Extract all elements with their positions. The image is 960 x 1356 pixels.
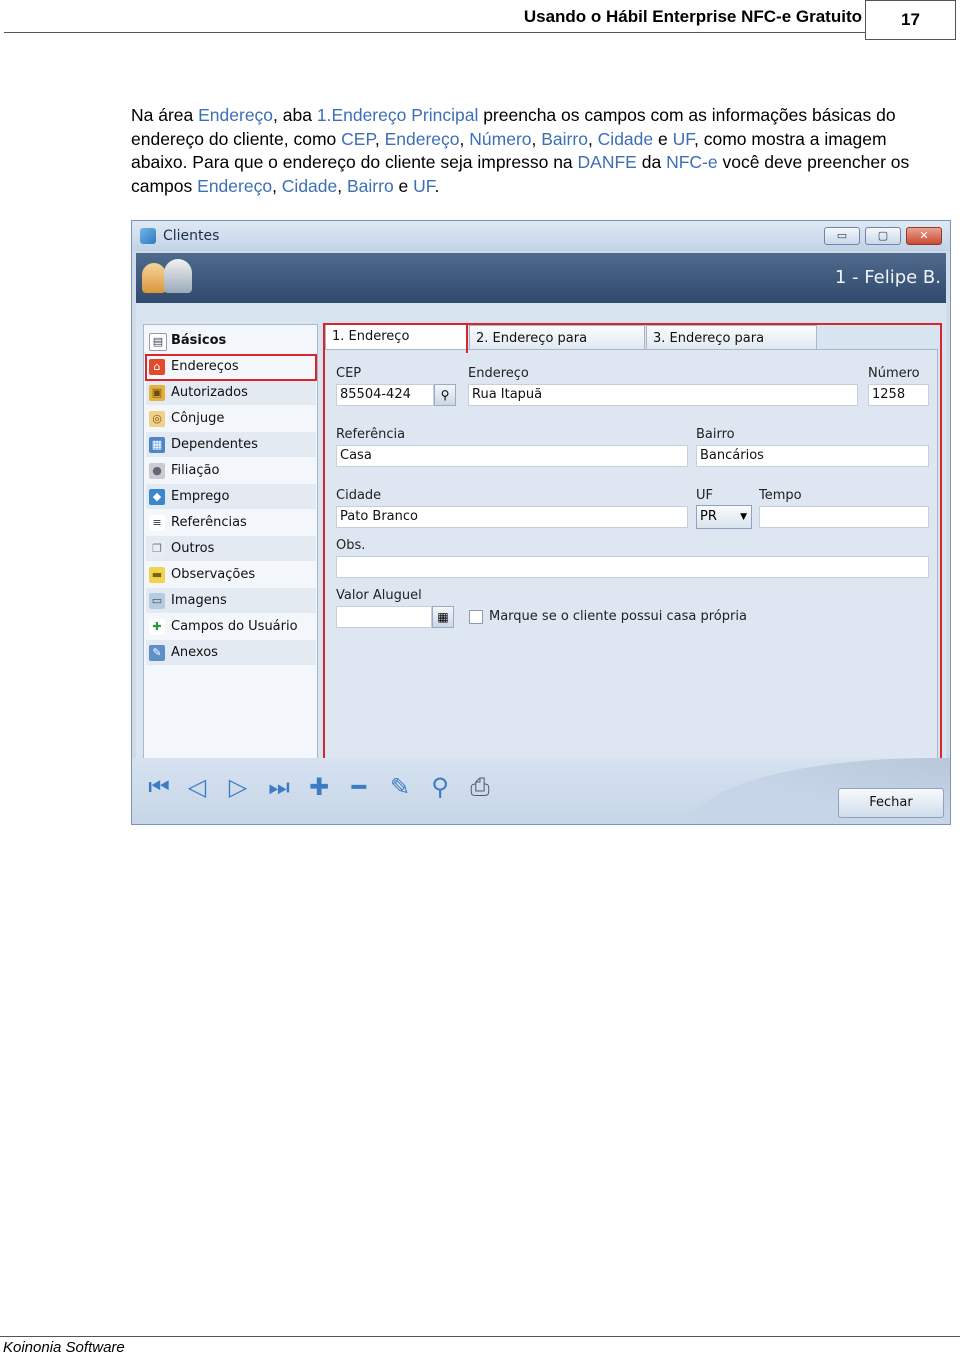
user-icon-secondary	[164, 259, 192, 293]
sidebar-item-imagens[interactable]: ▭ Imagens	[146, 588, 316, 613]
footer-rule	[0, 1336, 960, 1337]
header-rule	[4, 32, 866, 33]
people-icon: ▦	[149, 437, 165, 453]
sidebar-item-campos-do-usuario[interactable]: ✚ Campos do Usuário	[146, 614, 316, 639]
add-icon[interactable]: ✚	[304, 772, 334, 802]
last-record-icon[interactable]: ⏭	[264, 772, 294, 802]
close-button[interactable]: ✕	[906, 227, 942, 245]
rings-icon: ◎	[149, 411, 165, 427]
sidebar-item-outros[interactable]: ❐ Outros	[146, 536, 316, 561]
user-icon	[142, 263, 166, 293]
page-number: 17	[865, 0, 956, 40]
image-icon: ▭	[149, 593, 165, 609]
sidebar-item-anexos[interactable]: ✎ Anexos	[146, 640, 316, 665]
add-field-icon: ✚	[149, 619, 165, 635]
bottom-toolbar: ⏮ ◁ ▷ ⏭ ✚ ━ ✎ ⚲ ⎙ Fechar	[132, 758, 950, 824]
paperclip-icon: ✎	[149, 645, 165, 661]
lock-icon: ▣	[149, 385, 165, 401]
sidebar: ▤ Básicos ⌂ Endereços ▣ Autorizados ◎ Cô…	[143, 324, 318, 761]
client-name: 1 - Felipe B.	[834, 267, 941, 288]
cube-icon: ◆	[149, 489, 165, 505]
person-icon: ●	[149, 463, 165, 479]
edit-icon[interactable]: ✎	[385, 772, 415, 802]
previous-record-icon[interactable]: ◁	[182, 772, 212, 802]
window-body: ▤ Básicos ⌂ Endereços ▣ Autorizados ◎ Cô…	[136, 303, 946, 761]
sidebar-item-referencias[interactable]: ≡ Referências	[146, 510, 316, 535]
sidebar-item-dependentes[interactable]: ▦ Dependentes	[146, 432, 316, 457]
remove-icon[interactable]: ━	[344, 772, 374, 802]
highlight-form	[323, 323, 942, 761]
sidebar-item-filiacao[interactable]: ● Filiação	[146, 458, 316, 483]
pages-icon: ❐	[149, 541, 165, 557]
sidebar-item-conjuge[interactable]: ◎ Cônjuge	[146, 406, 316, 431]
maximize-button[interactable]: ▢	[865, 227, 901, 245]
search-icon[interactable]: ⚲	[425, 772, 455, 802]
sidebar-item-autorizados[interactable]: ▣ Autorizados	[146, 380, 316, 405]
clientes-window: Clientes ▭ ▢ ✕ 1 - Felipe B. ▤ Básicos ⌂…	[131, 220, 951, 825]
window-title: Clientes	[163, 228, 220, 244]
footer-text: Koinonia Software	[3, 1339, 125, 1356]
client-banner: 1 - Felipe B.	[136, 253, 946, 303]
sidebar-item-emprego[interactable]: ◆ Emprego	[146, 484, 316, 509]
page-header-title: Usando o Hábil Enterprise NFC-e Gratuito	[523, 7, 862, 26]
fechar-button[interactable]: Fechar	[838, 788, 944, 818]
next-record-icon[interactable]: ▷	[223, 772, 253, 802]
minimize-button[interactable]: ▭	[824, 227, 860, 245]
intro-paragraph: Na área Endereço, aba 1.Endereço Princip…	[131, 105, 910, 196]
first-record-icon[interactable]: ⏮	[144, 772, 174, 802]
numbered-list-icon: ≡	[149, 515, 165, 531]
app-icon	[140, 228, 156, 244]
sidebar-item-basicos[interactable]: ▤ Básicos	[146, 328, 316, 353]
document-icon: ▤	[149, 333, 167, 351]
highlight-enderecos	[145, 354, 317, 381]
title-bar[interactable]: Clientes ▭ ▢ ✕	[132, 221, 950, 251]
notes-icon: ▬	[149, 567, 165, 583]
print-icon[interactable]: ⎙	[465, 772, 495, 802]
sidebar-item-observacoes[interactable]: ▬ Observações	[146, 562, 316, 587]
